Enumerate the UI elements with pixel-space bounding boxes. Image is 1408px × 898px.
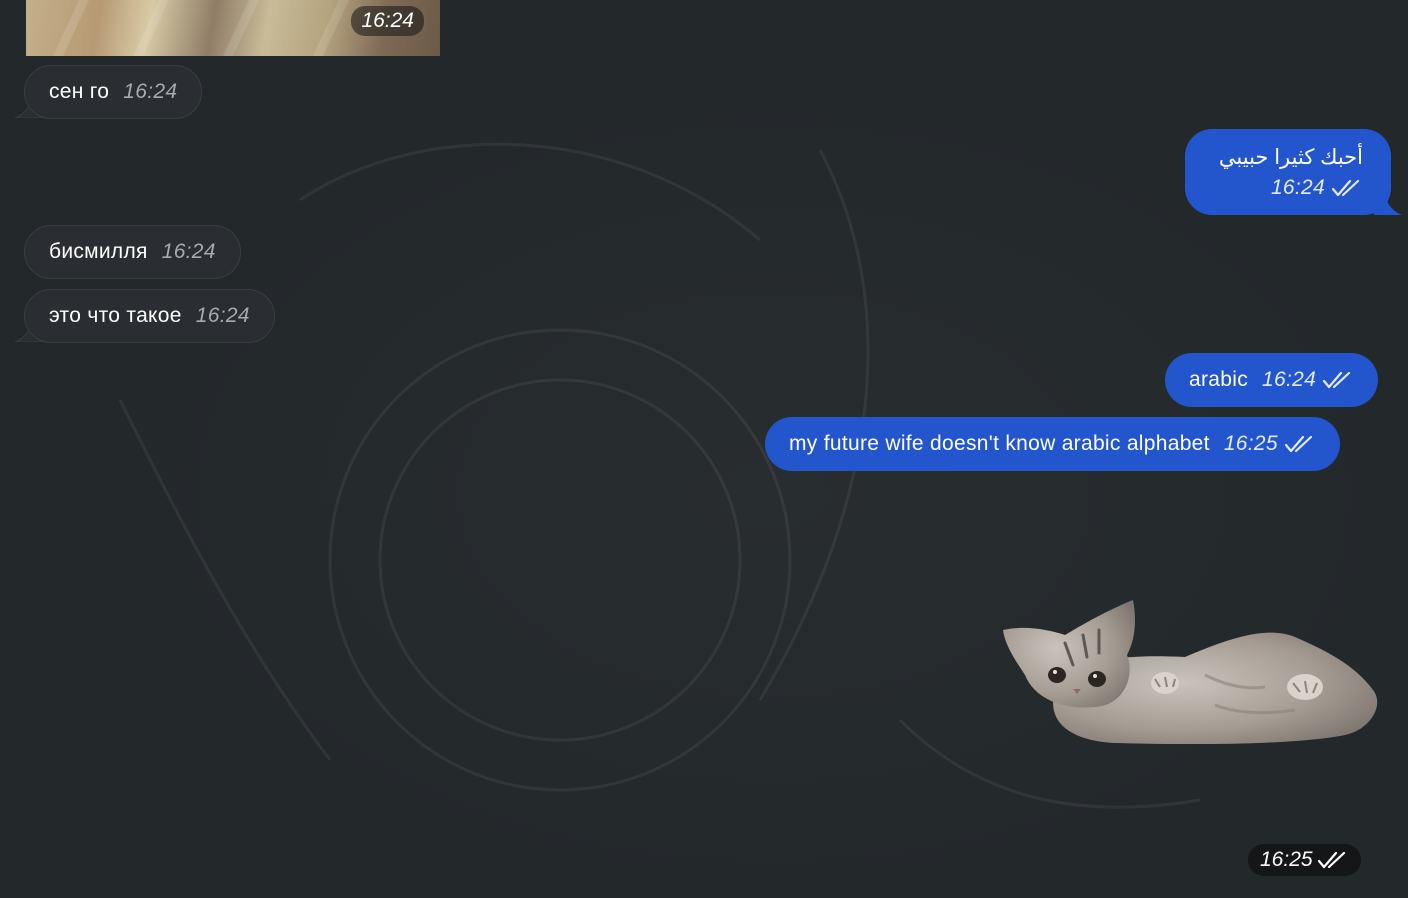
- message-text: أحبك كثيرا حبيبي: [1218, 146, 1363, 169]
- sticker-timestamp: 16:25: [1248, 844, 1361, 876]
- double-check-icon: [1284, 435, 1312, 453]
- message-timestamp: 16:24: [1262, 368, 1317, 391]
- kitten-sticker-icon[interactable]: [995, 595, 1385, 750]
- chat-view: 16:24 сен го 16:24 أحبك كثيرا حبيبي 16:2…: [0, 0, 1408, 898]
- photo-message[interactable]: 16:24: [26, 0, 440, 56]
- message-timestamp: 16:24: [123, 80, 178, 103]
- message-bubble-outgoing[interactable]: arabic 16:24: [1165, 353, 1379, 407]
- message-bubble-outgoing[interactable]: my future wife doesn't know arabic alpha…: [765, 417, 1340, 471]
- message-bubble-incoming[interactable]: бисмилля 16:24: [24, 225, 241, 279]
- double-check-icon: [1322, 371, 1351, 389]
- message-timestamp: 16:25: [1223, 432, 1278, 455]
- message-text: my future wife doesn't know arabic alpha…: [789, 432, 1210, 455]
- message-bubble-incoming[interactable]: сен го 16:24: [24, 65, 203, 119]
- message-bubble-incoming[interactable]: это что такое 16:24: [24, 289, 275, 343]
- double-check-icon: [1331, 179, 1360, 197]
- message-bubble-outgoing[interactable]: أحبك كثيرا حبيبي 16:24: [1185, 129, 1391, 215]
- message-text: сен го: [49, 80, 110, 103]
- message-timestamp: 16:24: [161, 240, 216, 263]
- message-text: это что такое: [49, 304, 182, 327]
- message-text: arabic: [1189, 368, 1248, 391]
- message-timestamp: 16:24: [1270, 176, 1325, 199]
- message-timestamp: 16:25: [1260, 848, 1313, 871]
- photo-timestamp: 16:24: [351, 6, 424, 36]
- message-text: бисмилля: [49, 240, 148, 263]
- message-timestamp: 16:24: [195, 304, 250, 327]
- double-check-icon: [1317, 851, 1345, 869]
